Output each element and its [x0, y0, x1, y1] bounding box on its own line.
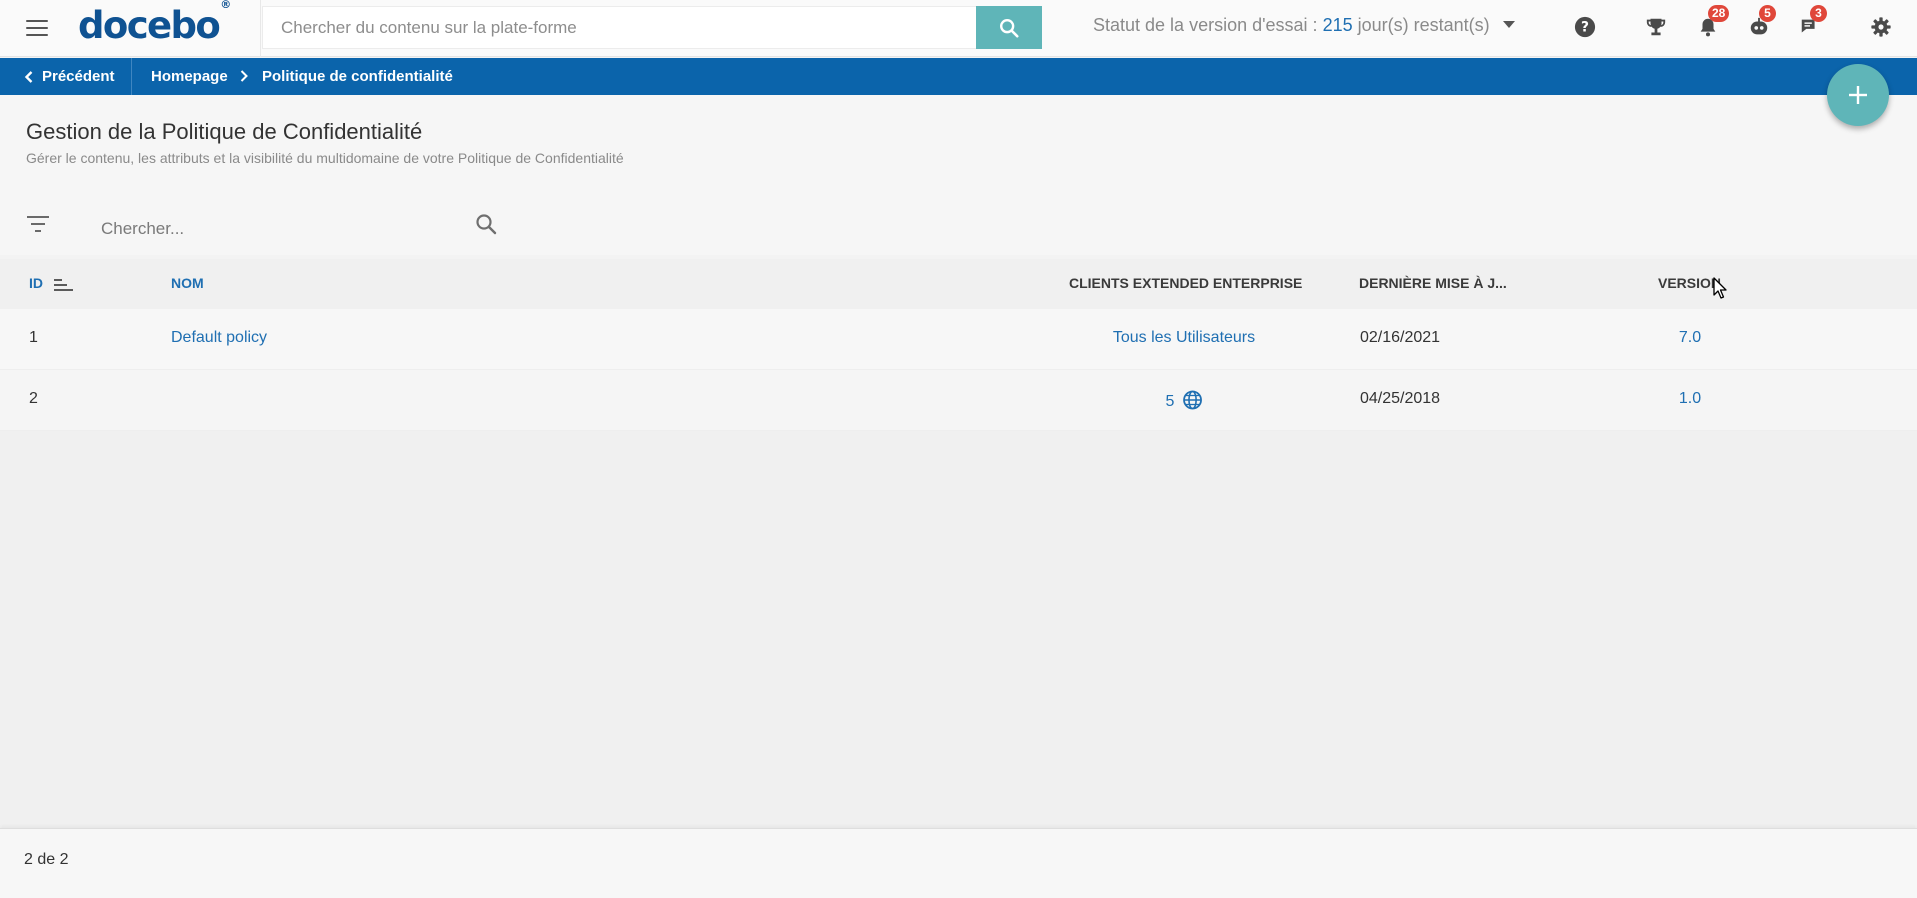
add-policy-button[interactable] — [1827, 64, 1889, 126]
help-icon: ? — [1574, 16, 1596, 38]
trial-days: 215 — [1322, 15, 1353, 35]
back-label: Précédent — [42, 68, 115, 85]
trial-status-dropdown[interactable]: Statut de la version d'essai : 215 jour(… — [1093, 15, 1515, 36]
assistant-button[interactable]: 5 — [1746, 5, 1776, 40]
column-header-name[interactable]: NOM — [171, 275, 204, 291]
cell-version-link[interactable]: 1.0 — [1679, 390, 1701, 408]
logo-mark: ® — [220, 0, 232, 11]
messages-button[interactable]: 3 — [1797, 5, 1827, 40]
gear-icon — [1871, 17, 1891, 37]
divider — [260, 0, 261, 57]
page-subtitle: Gérer le contenu, les attributs et la vi… — [26, 150, 624, 166]
mouse-cursor-icon — [1713, 277, 1727, 299]
sort-icon[interactable] — [54, 278, 74, 292]
table-row[interactable]: 1 Default policy Tous les Utilisateurs 0… — [0, 309, 1917, 370]
policies-table: ID NOM CLIENTS EXTENDED ENTERPRISE DERNI… — [0, 259, 1917, 431]
logo-text: docebo — [78, 4, 221, 47]
page-title: Gestion de la Politique de Confidentiali… — [26, 119, 423, 144]
global-search-input[interactable] — [263, 7, 976, 48]
settings-button[interactable] — [1868, 14, 1894, 40]
page-header: Gestion de la Politique de Confidentiali… — [0, 95, 1917, 255]
table-row[interactable]: 2 5 04/25/2018 1.0 — [0, 370, 1917, 431]
top-bar: docebo® Statut de la version d'essai : 2… — [0, 0, 1917, 57]
empty-area — [0, 431, 1917, 828]
column-header-version[interactable]: VERSION — [1658, 275, 1721, 291]
column-header-updated[interactable]: DERNIÈRE MISE À J... — [1359, 275, 1507, 291]
breadcrumb-current: Politique de confidentialité — [262, 68, 453, 85]
filter-icon[interactable] — [27, 215, 49, 233]
cell-name-link[interactable]: Default policy — [171, 329, 267, 347]
plus-icon — [1849, 86, 1867, 104]
messages-badge: 3 — [1810, 5, 1827, 22]
search-icon[interactable] — [474, 212, 498, 236]
table-footer: 2 de 2 — [0, 828, 1917, 898]
table-body: 1 Default policy Tous les Utilisateurs 0… — [0, 309, 1917, 431]
column-header-id[interactable]: ID — [29, 275, 43, 291]
help-button[interactable]: ? — [1572, 14, 1598, 40]
gamification-button[interactable] — [1643, 14, 1669, 40]
chevron-right-icon — [240, 70, 248, 82]
list-search-input[interactable] — [101, 215, 501, 243]
cell-clients-link[interactable]: Tous les Utilisateurs — [1113, 329, 1255, 347]
trial-suffix: jour(s) restant(s) — [1357, 15, 1490, 35]
notifications-badge: 28 — [1708, 5, 1730, 22]
trial-label: Statut de la version d'essai : — [1093, 15, 1318, 35]
global-search-button[interactable] — [976, 6, 1042, 49]
notifications-button[interactable]: 28 — [1695, 5, 1730, 40]
search-icon — [1000, 18, 1019, 38]
column-header-clients[interactable]: CLIENTS EXTENDED ENTERPRISE — [1069, 275, 1302, 291]
chevron-left-icon — [24, 70, 33, 83]
back-button[interactable]: Précédent — [0, 58, 132, 95]
cell-clients-count: 5 — [1165, 393, 1175, 410]
global-search — [262, 6, 1042, 49]
cell-id: 2 — [29, 390, 38, 407]
breadcrumb-home-link[interactable]: Homepage — [151, 68, 228, 85]
breadcrumb: Précédent Homepage Politique de confiden… — [0, 58, 1917, 95]
cell-id: 1 — [29, 329, 38, 346]
cell-updated: 02/16/2021 — [1360, 329, 1441, 346]
trophy-icon — [1646, 18, 1666, 36]
cell-updated: 04/25/2018 — [1360, 390, 1441, 407]
menu-icon[interactable] — [24, 17, 50, 39]
table-header: ID NOM CLIENTS EXTENDED ENTERPRISE DERNI… — [0, 259, 1917, 309]
logo[interactable]: docebo® — [78, 0, 231, 47]
cell-version-link[interactable]: 7.0 — [1679, 329, 1701, 347]
globe-icon — [1183, 390, 1202, 410]
pagination-count: 2 de 2 — [24, 851, 69, 868]
assistant-badge: 5 — [1759, 5, 1776, 22]
caret-down-icon — [1502, 21, 1515, 28]
svg-text:?: ? — [1581, 20, 1589, 36]
cell-clients-link[interactable]: 5 — [1166, 390, 1203, 411]
